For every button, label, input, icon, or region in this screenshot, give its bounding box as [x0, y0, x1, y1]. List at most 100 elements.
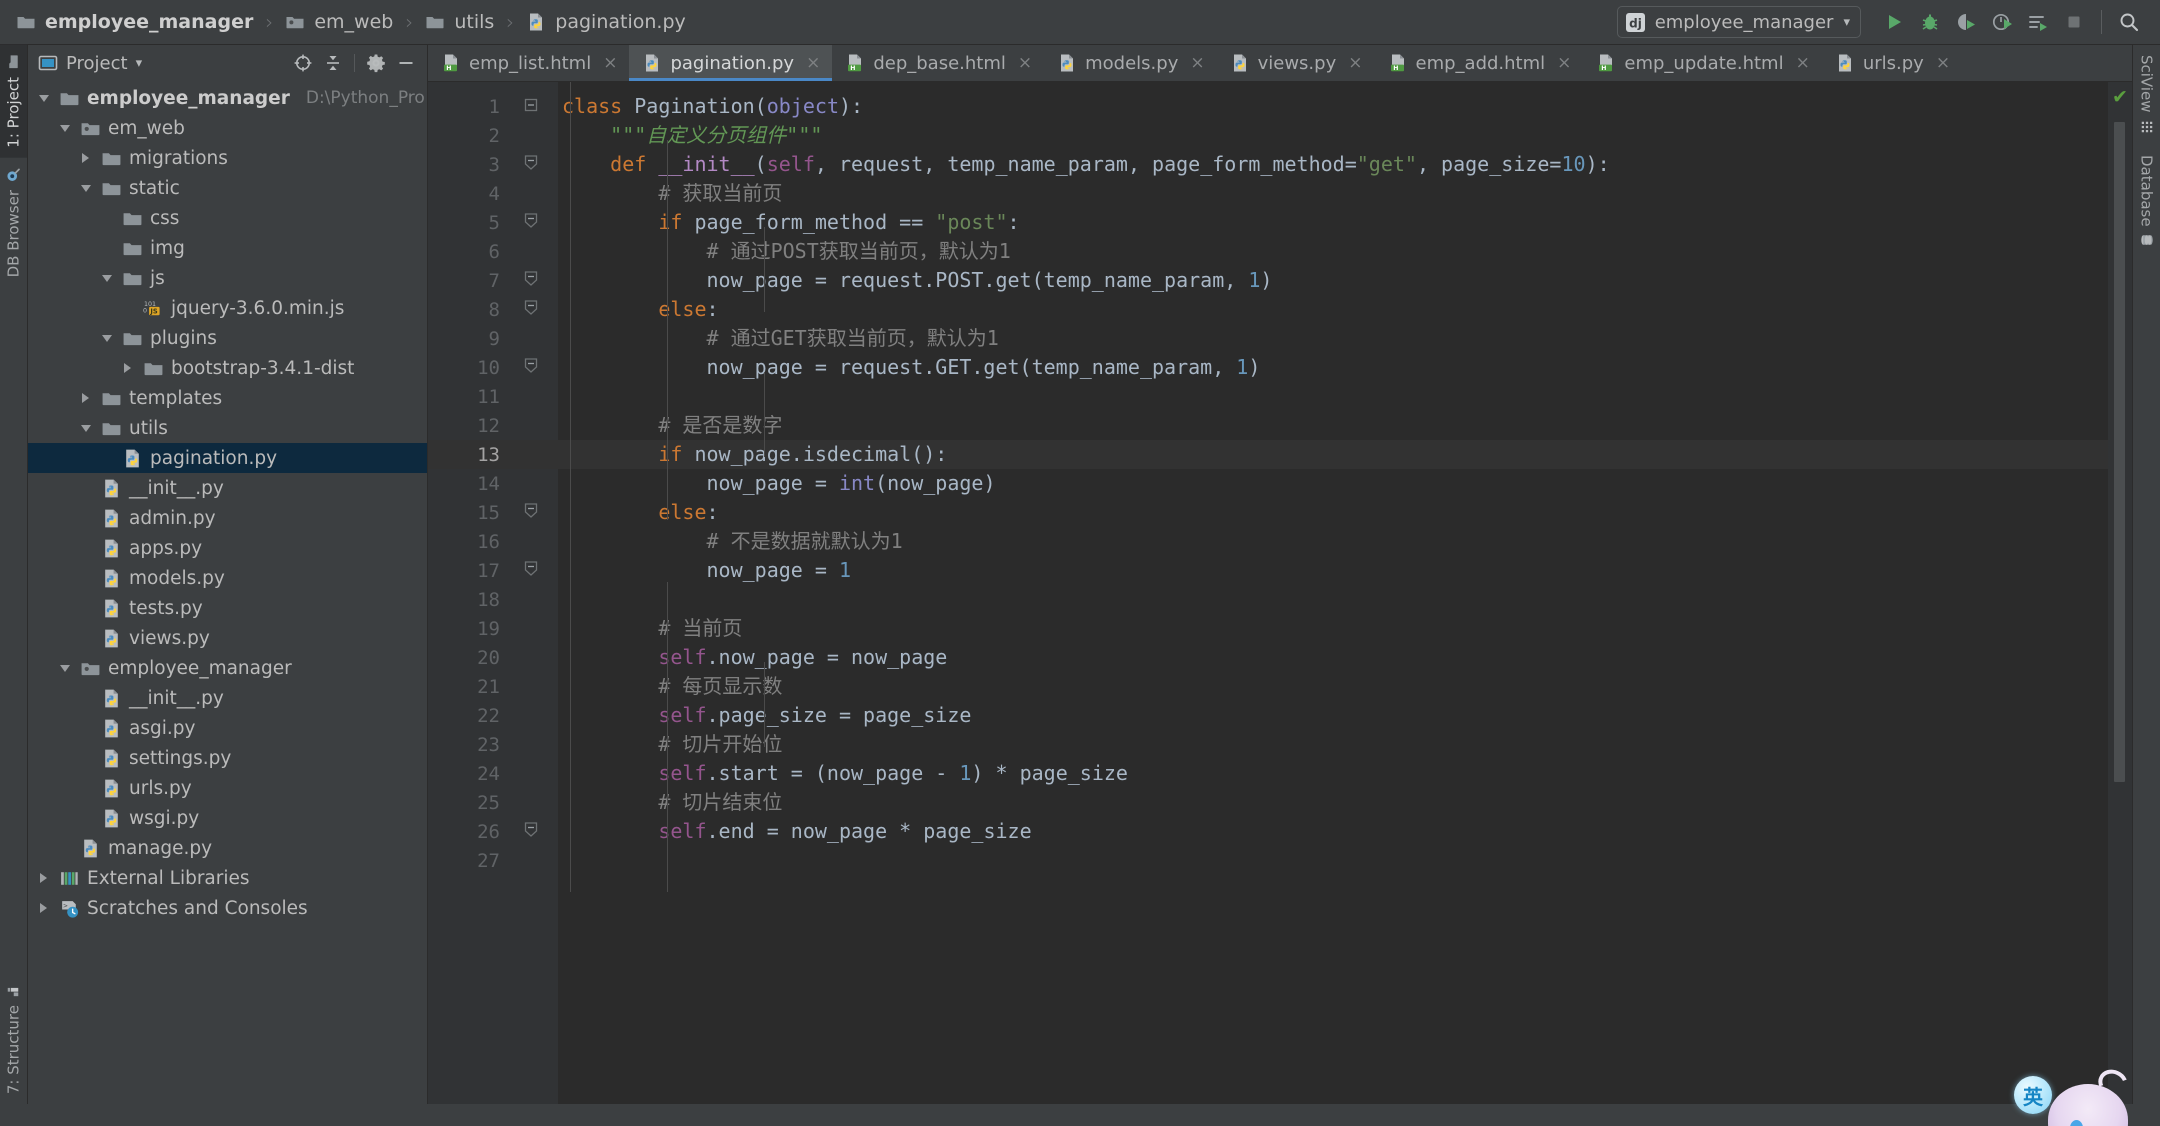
tree-item[interactable]: tests.py: [28, 593, 427, 623]
editor-tab-views-py[interactable]: views.py ×: [1217, 45, 1375, 81]
gutter-line[interactable]: 5: [428, 208, 558, 237]
hide-panel-button[interactable]: [393, 50, 419, 76]
code-line[interactable]: # 切片结束位: [558, 788, 2108, 817]
tree-twisty[interactable]: [119, 363, 136, 373]
scroll-from-source-button[interactable]: [290, 50, 316, 76]
chevron-down-icon[interactable]: ▾: [136, 56, 143, 71]
tree-item[interactable]: wsgi.py: [28, 803, 427, 833]
editor-tab-bar[interactable]: Hemp_list.html × pagination.py × Hdep_base.h…: [428, 45, 2132, 82]
gutter-line[interactable]: 13: [428, 440, 558, 469]
breadcrumb-item-pagination-py[interactable]: pagination.py: [524, 7, 687, 37]
fold-collapse-icon[interactable]: [523, 501, 539, 519]
gutter-line[interactable]: 8: [428, 295, 558, 324]
profile-button[interactable]: [1985, 5, 2019, 39]
code-line[interactable]: [558, 585, 2108, 614]
tool-tab-sciview[interactable]: SciView: [2133, 45, 2160, 145]
code-line[interactable]: else:: [558, 498, 2108, 527]
breadcrumb-item-employee-manager[interactable]: employee_manager: [14, 7, 255, 37]
run-with-console-button[interactable]: [2021, 5, 2055, 39]
editor-tab-urls-py[interactable]: urls.py ×: [1822, 45, 1962, 81]
tree-twisty[interactable]: [98, 334, 115, 342]
tree-twisty[interactable]: [77, 153, 94, 163]
gutter-line[interactable]: 22: [428, 701, 558, 730]
fold-collapse-icon[interactable]: [523, 298, 539, 316]
project-settings-button[interactable]: [363, 50, 389, 76]
tool-tab-database[interactable]: Database: [2133, 145, 2160, 259]
gutter-line[interactable]: 1: [428, 92, 558, 121]
run-button[interactable]: [1877, 5, 1911, 39]
fold-collapse-icon[interactable]: [523, 97, 539, 113]
code-line[interactable]: [558, 382, 2108, 411]
tree-item[interactable]: admin.py: [28, 503, 427, 533]
gutter-line[interactable]: 4: [428, 179, 558, 208]
code-line[interactable]: now_page = int(now_page): [558, 469, 2108, 498]
tree-item[interactable]: plugins: [28, 323, 427, 353]
gutter-line[interactable]: 24: [428, 759, 558, 788]
close-icon[interactable]: ×: [1936, 53, 1950, 73]
fold-end-icon[interactable]: [523, 269, 539, 287]
code-line[interactable]: class Pagination(object):: [558, 92, 2108, 121]
code-line[interactable]: # 每页显示数: [558, 672, 2108, 701]
tree-item[interactable]: __init__.py: [28, 683, 427, 713]
code-line[interactable]: now_page = 1: [558, 556, 2108, 585]
tree-twisty[interactable]: [56, 124, 73, 132]
editor-tab-models-py[interactable]: models.py ×: [1044, 45, 1216, 81]
tree-twisty[interactable]: [35, 873, 52, 883]
breadcrumb-item-em-web[interactable]: em_web: [283, 7, 395, 37]
tree-item-selected[interactable]: pagination.py: [28, 443, 427, 473]
code-line[interactable]: if page_form_method == "post":: [558, 208, 2108, 237]
editor-gutter[interactable]: 1 2 3 4 5 6 7 8 9 10 11 12 13 14 15 16 17 18 19 20 21 22 23 24 2…: [428, 82, 558, 1104]
tool-tab-db-browser[interactable]: DB Browser: [0, 158, 27, 287]
chevron-down-icon[interactable]: ▾: [1843, 16, 1850, 29]
debug-button[interactable]: [1913, 5, 1947, 39]
fold-collapse-icon[interactable]: [523, 153, 539, 171]
tree-item[interactable]: asgi.py: [28, 713, 427, 743]
close-icon[interactable]: ×: [1796, 53, 1810, 73]
gutter-line[interactable]: 14: [428, 469, 558, 498]
tree-item[interactable]: manage.py: [28, 833, 427, 863]
fold-end-icon[interactable]: [523, 356, 539, 374]
project-tree[interactable]: employee_manager D:\Python_Pro em_web migra…: [28, 81, 427, 1104]
gutter-line[interactable]: 7: [428, 266, 558, 295]
collapse-all-button[interactable]: [320, 50, 346, 76]
gutter-line[interactable]: 23: [428, 730, 558, 759]
gutter-line[interactable]: 6: [428, 237, 558, 266]
code-line[interactable]: # 获取当前页: [558, 179, 2108, 208]
code-line[interactable]: # 不是数据就默认为1: [558, 527, 2108, 556]
tree-twisty[interactable]: [56, 664, 73, 672]
code-line[interactable]: # 通过GET获取当前页，默认为1: [558, 324, 2108, 353]
close-icon[interactable]: ×: [1190, 53, 1204, 73]
code-line[interactable]: self.now_page = now_page: [558, 643, 2108, 672]
gutter-line[interactable]: 9: [428, 324, 558, 353]
close-icon[interactable]: ×: [806, 53, 820, 73]
code-line[interactable]: # 是否是数字: [558, 411, 2108, 440]
code-content[interactable]: class Pagination(object): """自定义分页组件""" …: [558, 82, 2108, 1104]
gutter-line[interactable]: 16: [428, 527, 558, 556]
tree-twisty[interactable]: [35, 903, 52, 913]
close-icon[interactable]: ×: [603, 53, 617, 73]
fold-end-icon[interactable]: [523, 820, 539, 838]
close-icon[interactable]: ×: [1018, 53, 1032, 73]
tree-item[interactable]: migrations: [28, 143, 427, 173]
tree-twisty[interactable]: [77, 393, 94, 403]
run-configuration-selector[interactable]: dj employee_manager ▾: [1616, 6, 1861, 38]
tree-item[interactable]: > Scratches and Consoles: [28, 893, 427, 923]
tree-item[interactable]: js: [28, 263, 427, 293]
gutter-line[interactable]: 12: [428, 411, 558, 440]
code-line[interactable]: # 通过POST获取当前页，默认为1: [558, 237, 2108, 266]
tree-item[interactable]: css: [28, 203, 427, 233]
fold-collapse-icon[interactable]: [523, 211, 539, 229]
code-line[interactable]: now_page = request.GET.get(temp_name_par…: [558, 353, 2108, 382]
code-line[interactable]: self.page_size = page_size: [558, 701, 2108, 730]
gutter-line[interactable]: 21: [428, 672, 558, 701]
code-line[interactable]: [558, 846, 2108, 875]
tool-tab-7-structure[interactable]: 7: Structure: [0, 973, 27, 1104]
tree-item[interactable]: templates: [28, 383, 427, 413]
gutter-line[interactable]: 15: [428, 498, 558, 527]
editor-tab-dep-base-html[interactable]: Hdep_base.html ×: [832, 45, 1044, 81]
code-line[interactable]: self.start = (now_page - 1) * page_size: [558, 759, 2108, 788]
run-coverage-button[interactable]: [1949, 5, 1983, 39]
tree-item[interactable]: employee_manager D:\Python_Pro: [28, 83, 427, 113]
gutter-line[interactable]: 11: [428, 382, 558, 411]
tree-twisty[interactable]: [77, 424, 94, 432]
